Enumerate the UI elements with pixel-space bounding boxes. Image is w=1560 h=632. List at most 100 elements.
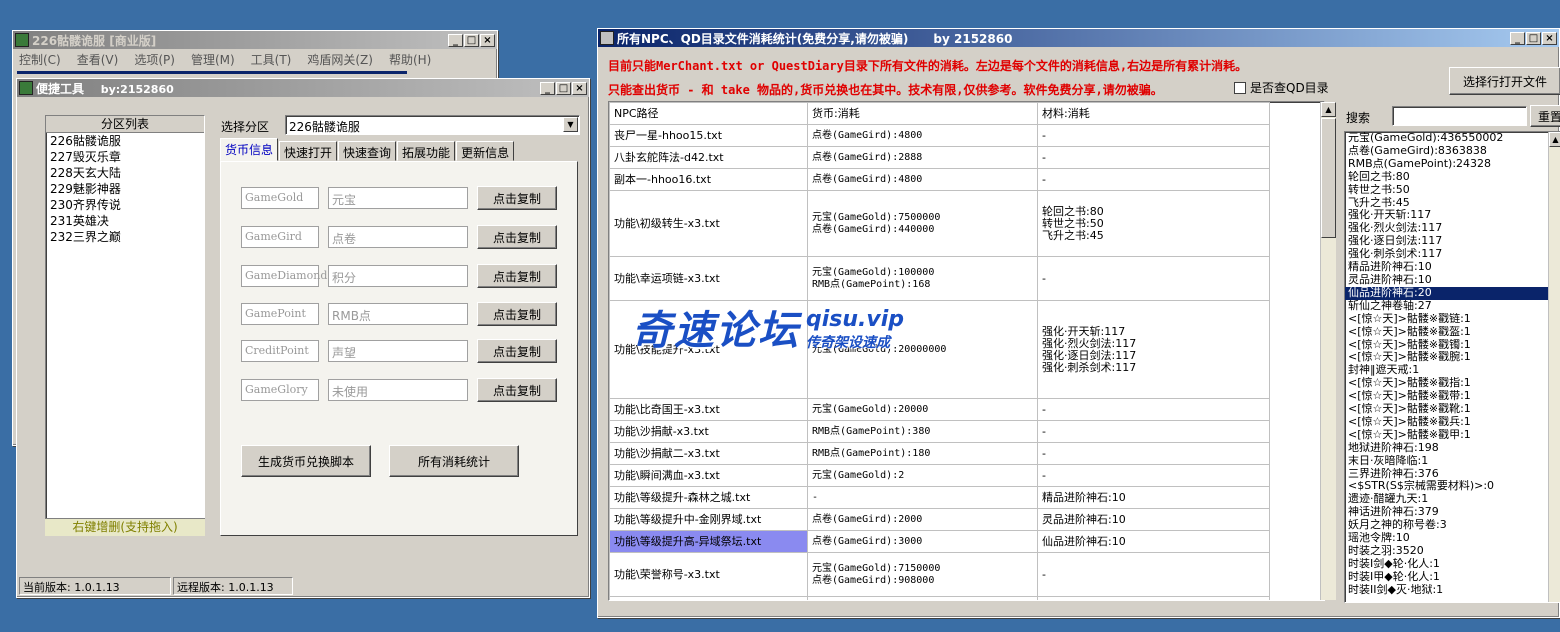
menu-item[interactable]: 选项(P) xyxy=(134,51,175,68)
table-row[interactable]: 功能\初级转生-x3.txt 元宝(GameGold):7500000 点卷(Gam… xyxy=(609,190,1270,257)
total-item[interactable]: 飞升之书:45 xyxy=(1345,197,1560,210)
totals-list[interactable]: 元宝(GameGold):436550002 点卷(GameGird):83638… xyxy=(1344,131,1560,603)
maximize-icon[interactable]: □ xyxy=(464,33,479,47)
total-item[interactable]: 斩仙之神卷轴:27 xyxy=(1345,300,1560,313)
copy-button[interactable]: 点击复制 xyxy=(477,186,557,210)
table-row[interactable]: 八卦玄舵阵法-d42.txt 点卷(GameGird):2888 - xyxy=(609,146,1270,169)
row-path-cell[interactable]: 功能\技能提升-x3.txt xyxy=(609,300,808,399)
total-item[interactable]: 强化·刺杀剑术:117 xyxy=(1345,248,1560,261)
close-icon[interactable]: × xyxy=(572,81,587,95)
total-item[interactable]: 灵品进阶神石:10 xyxy=(1345,274,1560,287)
stats-window-titlebar[interactable]: 所有NPC、QD目录文件消耗统计(免费分享,请勿被骗) by 2152860 _… xyxy=(598,29,1559,47)
table-row[interactable]: 功能\沙捐献二-x3.txt RMB点(GamePoint):180 - xyxy=(609,442,1270,465)
table-row[interactable]: 功能\等级提升高-异域祭坛.txt 点卷(GameGird):3000 仙品进阶神石… xyxy=(609,530,1270,553)
currency-key-field[interactable]: GameDiamond xyxy=(241,265,327,287)
currency-key-field[interactable]: GamePoint xyxy=(241,303,319,325)
total-item[interactable]: <[惊☆天]>骷髅※戳腕:1 xyxy=(1345,351,1560,364)
row-path-cell[interactable]: 功能\沙捐献-x3.txt xyxy=(609,420,808,443)
partition-item[interactable]: 231英雄决 xyxy=(46,213,204,229)
total-item[interactable]: 封神‖遮天戒:1 xyxy=(1345,364,1560,377)
table-row[interactable]: 功能\幸运项链-x3.txt 元宝(GameGold):100000 RMB点(Ga… xyxy=(609,256,1270,301)
row-path-cell[interactable]: 功能\瞬间满血-x3.txt xyxy=(609,464,808,487)
main-window-titlebar[interactable]: 226骷髅诡服 [商业版] _ □ × xyxy=(13,31,497,49)
close-icon[interactable]: × xyxy=(480,33,495,47)
total-item[interactable]: <[惊☆天]>骷髅※戳带:1 xyxy=(1345,390,1560,403)
select-open-file-button[interactable]: 选择行打开文件 xyxy=(1449,67,1560,95)
menu-item[interactable]: 控制(C) xyxy=(19,51,61,68)
total-item[interactable]: 仙品进阶神石:20 xyxy=(1345,286,1560,300)
row-path-cell[interactable]: 丧尸一星-hhoo15.txt xyxy=(609,124,808,147)
qd-checkbox-wrap[interactable]: 是否查QD目录 xyxy=(1234,79,1329,96)
tab-item[interactable]: 快速查询 xyxy=(338,141,397,161)
total-item[interactable]: 轮回之书:80 xyxy=(1345,171,1560,184)
currency-key-field[interactable]: GameGlory xyxy=(241,379,319,401)
total-item[interactable]: 精品进阶神石:10 xyxy=(1345,261,1560,274)
partition-item[interactable]: 229魅影神器 xyxy=(46,181,204,197)
currency-key-field[interactable]: GameGold xyxy=(241,187,319,209)
copy-button[interactable]: 点击复制 xyxy=(477,225,557,249)
minimize-icon[interactable]: _ xyxy=(540,81,555,95)
tab-item[interactable]: 货币信息 xyxy=(220,138,279,161)
total-item[interactable]: <[惊☆天]>骷髅※戳链:1 xyxy=(1345,313,1560,326)
partition-list[interactable]: 分区列表 226骷髅诡服 227毁灭乐章 228天玄大陆 229魅影神器 230齐界传说… xyxy=(45,115,205,536)
row-path-cell[interactable] xyxy=(609,596,808,600)
total-item[interactable]: 转世之书:50 xyxy=(1345,184,1560,197)
partition-item[interactable]: 227毁灭乐章 xyxy=(46,149,204,165)
table-row[interactable]: 元宝(GameGold):7150000 xyxy=(609,596,1270,600)
row-path-cell[interactable]: 功能\荣誉称号-x3.txt xyxy=(609,552,808,597)
total-item[interactable]: <[惊☆天]>骷髅※戳兵:1 xyxy=(1345,416,1560,429)
totals-scrollbar[interactable]: ▲ xyxy=(1548,132,1560,602)
row-path-cell[interactable]: 功能\等级提升高-异域祭坛.txt xyxy=(609,530,808,553)
row-path-cell[interactable]: 功能\幸运项链-x3.txt xyxy=(609,256,808,301)
column-header[interactable]: 货币:消耗 xyxy=(807,102,1038,125)
minimize-icon[interactable]: _ xyxy=(448,33,463,47)
menu-item[interactable]: 查看(V) xyxy=(77,51,119,68)
currency-key-field[interactable]: CreditPoint xyxy=(241,340,319,362)
menu-item[interactable]: 工具(T) xyxy=(251,51,292,68)
total-item[interactable]: 元宝(GameGold):436550002 xyxy=(1345,132,1560,145)
total-item[interactable]: 妖月之神的称号卷:3 xyxy=(1345,519,1560,532)
total-item[interactable]: 遗迹·醋罐九天:1 xyxy=(1345,493,1560,506)
tab-item[interactable]: 拓展功能 xyxy=(397,141,456,161)
total-item[interactable]: <[惊☆天]>骷髅※戳盔:1 xyxy=(1345,326,1560,339)
qd-checkbox[interactable] xyxy=(1234,81,1246,94)
row-path-cell[interactable]: 功能\沙捐献二-x3.txt xyxy=(609,442,808,465)
table-scrollbar[interactable]: ▲ xyxy=(1320,102,1336,600)
total-item[interactable]: 强化·开天斩:117 xyxy=(1345,209,1560,222)
total-item[interactable]: 点卷(GameGird):8363838 xyxy=(1345,145,1560,158)
table-row[interactable]: 功能\等级提升-森林之城.txt - 精品进阶神石:10 xyxy=(609,486,1270,509)
partition-item[interactable]: 232三界之巅 xyxy=(46,229,204,245)
row-path-cell[interactable]: 八卦玄舵阵法-d42.txt xyxy=(609,146,808,169)
total-item[interactable]: <[惊☆天]>骷髅※戳指:1 xyxy=(1345,377,1560,390)
currency-name-field[interactable]: 积分 xyxy=(328,265,468,287)
currency-name-field[interactable]: 声望 xyxy=(328,340,468,362)
tab-item[interactable]: 快速打开 xyxy=(279,141,338,161)
currency-name-field[interactable]: RMB点 xyxy=(328,303,468,325)
total-item[interactable]: 时装之羽:3520 xyxy=(1345,545,1560,558)
currency-name-field[interactable]: 点卷 xyxy=(328,226,468,248)
generate-script-button[interactable]: 生成货币兑换脚本 xyxy=(241,445,371,477)
partition-select[interactable]: 226骷髅诡服 ▼ xyxy=(285,115,580,135)
total-item[interactable]: 神话进阶神石:379 xyxy=(1345,506,1560,519)
stats-table-container[interactable]: NPC路径 货币:消耗 材料:消耗 丧尸一星-hhoo15.txt 点卷(GameGir… xyxy=(608,101,1325,601)
partition-item[interactable]: 230齐界传说 xyxy=(46,197,204,213)
total-item[interactable]: <[惊☆天]>骷髅※戳镯:1 xyxy=(1345,339,1560,352)
total-item[interactable]: 三界进阶神石:376 xyxy=(1345,468,1560,481)
menu-item[interactable]: 帮助(H) xyxy=(389,51,431,68)
maximize-icon[interactable]: □ xyxy=(1526,31,1541,45)
total-item[interactable]: <$STR(S$宗械需要材料)>:0 xyxy=(1345,480,1560,493)
row-path-cell[interactable]: 副本一-hhoo16.txt xyxy=(609,168,808,191)
row-path-cell[interactable]: 功能\初级转生-x3.txt xyxy=(609,190,808,257)
table-row[interactable]: 功能\沙捐献-x3.txt RMB点(GamePoint):380 - xyxy=(609,420,1270,443)
table-row[interactable]: 功能\荣誉称号-x3.txt 元宝(GameGold):7150000 点卷(Gam… xyxy=(609,552,1270,597)
table-row[interactable]: 功能\等级提升中-金刚界域.txt 点卷(GameGird):2000 灵品进阶神石… xyxy=(609,508,1270,531)
currency-name-field[interactable]: 元宝 xyxy=(328,187,468,209)
total-item[interactable]: 地狱进阶神石:198 xyxy=(1345,442,1560,455)
row-path-cell[interactable]: 功能\等级提升中-金刚界域.txt xyxy=(609,508,808,531)
tab-item[interactable]: 更新信息 xyxy=(456,141,515,161)
reset-button[interactable]: 重置 xyxy=(1530,105,1560,127)
scroll-up-icon[interactable]: ▲ xyxy=(1549,132,1560,147)
total-item[interactable]: 强化·逐日剑法:117 xyxy=(1345,235,1560,248)
partition-item[interactable]: 226骷髅诡服 xyxy=(46,133,204,149)
total-item[interactable]: <[惊☆天]>骷髅※戳甲:1 xyxy=(1345,429,1560,442)
